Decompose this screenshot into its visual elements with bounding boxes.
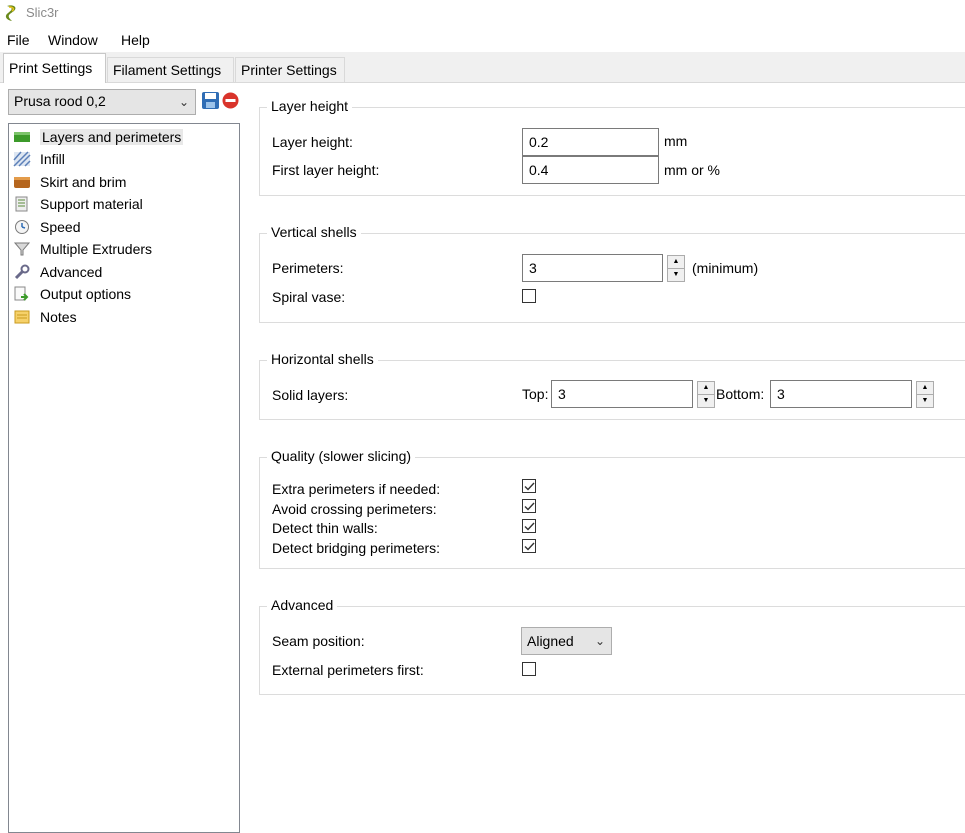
first-layer-height-label: First layer height: [272, 162, 380, 178]
chevron-down-icon: ⌄ [178, 95, 189, 109]
settings-page-tree: Layers and perimeters Infill Skirt and b… [8, 123, 240, 833]
spin-down-icon[interactable]: ▼ [916, 394, 934, 408]
sidebar-item-label: Layers and perimeters [40, 129, 184, 145]
menu-help[interactable]: Help [121, 32, 150, 48]
group-title: Vertical shells [267, 224, 361, 240]
checkmark-icon [524, 542, 535, 551]
sidebar-item-infill[interactable]: Infill [13, 149, 65, 169]
sidebar-item-skirt-and-brim[interactable]: Skirt and brim [13, 172, 126, 192]
perimeters-spinner[interactable]: ▲ ▼ [667, 254, 685, 282]
checkmark-icon [524, 502, 535, 511]
bottom-label: Bottom: [716, 386, 765, 402]
speed-icon [15, 220, 29, 234]
sidebar-item-label: Infill [40, 151, 65, 167]
group-title: Layer height [267, 98, 353, 114]
layer-height-input[interactable]: 0.2 [522, 128, 659, 156]
perimeters-label: Perimeters: [272, 260, 344, 276]
spin-down-icon[interactable]: ▼ [697, 394, 715, 408]
group-quality: Quality (slower slicing) Extra perimeter… [259, 448, 965, 569]
save-preset-icon[interactable] [201, 91, 220, 110]
bottom-layers-spinner[interactable]: ▲ ▼ [916, 380, 934, 408]
sidebar-item-label: Advanced [40, 264, 103, 280]
chevron-down-icon: ⌄ [594, 634, 605, 648]
top-label: Top: [522, 386, 549, 402]
seam-position-select[interactable]: Aligned ⌄ [521, 627, 612, 655]
window-title: Slic3r [26, 5, 59, 20]
spin-up-icon[interactable]: ▲ [667, 255, 685, 269]
sidebar-item-output-options[interactable]: Output options [13, 284, 131, 304]
output-icon [14, 286, 29, 301]
spiral-vase-checkbox[interactable] [522, 289, 536, 303]
group-title: Advanced [267, 597, 338, 613]
skirt-icon [14, 177, 30, 188]
spin-up-icon[interactable]: ▲ [697, 381, 715, 395]
top-layers-spinner[interactable]: ▲ ▼ [697, 380, 715, 408]
spin-down-icon[interactable]: ▼ [667, 268, 685, 282]
sidebar-item-advanced[interactable]: Advanced [13, 262, 102, 282]
perimeters-hint: (minimum) [692, 260, 759, 276]
menu-window[interactable]: Window [48, 32, 98, 48]
group-title: Quality (slower slicing) [267, 448, 416, 464]
sidebar-item-label: Notes [40, 309, 77, 325]
delete-preset-icon[interactable] [221, 91, 240, 110]
sidebar-item-notes[interactable]: Notes [13, 307, 77, 327]
sidebar-item-label: Multiple Extruders [40, 241, 153, 257]
seam-position-label: Seam position: [272, 633, 365, 649]
sidebar-item-speed[interactable]: Speed [13, 217, 80, 237]
sidebar-item-label: Speed [40, 219, 81, 235]
extra-perimeters-checkbox[interactable] [522, 479, 536, 493]
spin-up-icon[interactable]: ▲ [916, 381, 934, 395]
infill-icon [13, 151, 31, 167]
bottom-layers-input[interactable]: 3 [770, 380, 912, 408]
layers-icon [14, 132, 30, 142]
checkmark-icon [524, 482, 535, 491]
layer-height-label: Layer height: [272, 134, 353, 150]
sidebar-item-label: Skirt and brim [40, 174, 127, 190]
preset-dropdown[interactable]: Prusa rood 0,2 ⌄ [8, 89, 196, 115]
first-layer-height-unit: mm or % [664, 162, 720, 178]
title-bar: Slic3r [0, 0, 965, 28]
avoid-crossing-checkbox[interactable] [522, 499, 536, 513]
wrench-icon [14, 264, 30, 280]
avoid-crossing-label: Avoid crossing perimeters: [272, 501, 437, 517]
notes-icon [14, 310, 30, 324]
menu-file[interactable]: File [7, 32, 30, 48]
first-layer-height-input[interactable]: 0.4 [522, 156, 659, 184]
group-title: Horizontal shells [267, 351, 378, 367]
detect-bridging-checkbox[interactable] [522, 539, 536, 553]
detect-bridging-label: Detect bridging perimeters: [272, 540, 441, 556]
tab-print-settings[interactable]: Print Settings [3, 53, 106, 83]
external-perimeters-first-label: External perimeters first: [272, 662, 424, 678]
sidebar-item-label: Output options [40, 286, 132, 302]
preset-value: Prusa rood 0,2 [14, 93, 106, 109]
spiral-vase-label: Spiral vase: [272, 289, 346, 305]
sidebar-item-label: Support material [40, 196, 143, 212]
seam-position-value: Aligned [527, 633, 574, 649]
menu-bar: File Window Help [0, 30, 965, 52]
solid-layers-label: Solid layers: [272, 387, 349, 403]
extra-perimeters-label: Extra perimeters if needed: [272, 481, 441, 497]
checkmark-icon [524, 522, 535, 531]
layer-height-unit: mm [664, 133, 688, 149]
slic3r-logo-icon [5, 5, 16, 21]
tab-filament-settings[interactable]: Filament Settings [107, 57, 234, 82]
support-icon [15, 196, 28, 212]
detect-thin-walls-label: Detect thin walls: [272, 520, 378, 536]
sidebar-item-multiple-extruders[interactable]: Multiple Extruders [13, 239, 152, 259]
settings-tabs: Print Settings Filament Settings Printer… [0, 52, 965, 83]
group-advanced: Advanced Seam position: External perimet… [259, 597, 965, 695]
tab-printer-settings[interactable]: Printer Settings [235, 57, 345, 82]
perimeters-input[interactable]: 3 [522, 254, 663, 282]
funnel-icon [13, 242, 31, 256]
top-layers-input[interactable]: 3 [551, 380, 693, 408]
sidebar-item-layers-and-perimeters[interactable]: Layers and perimeters [13, 127, 184, 147]
external-perimeters-first-checkbox[interactable] [522, 662, 536, 676]
sidebar-item-support-material[interactable]: Support material [13, 194, 143, 214]
detect-thin-walls-checkbox[interactable] [522, 519, 536, 533]
